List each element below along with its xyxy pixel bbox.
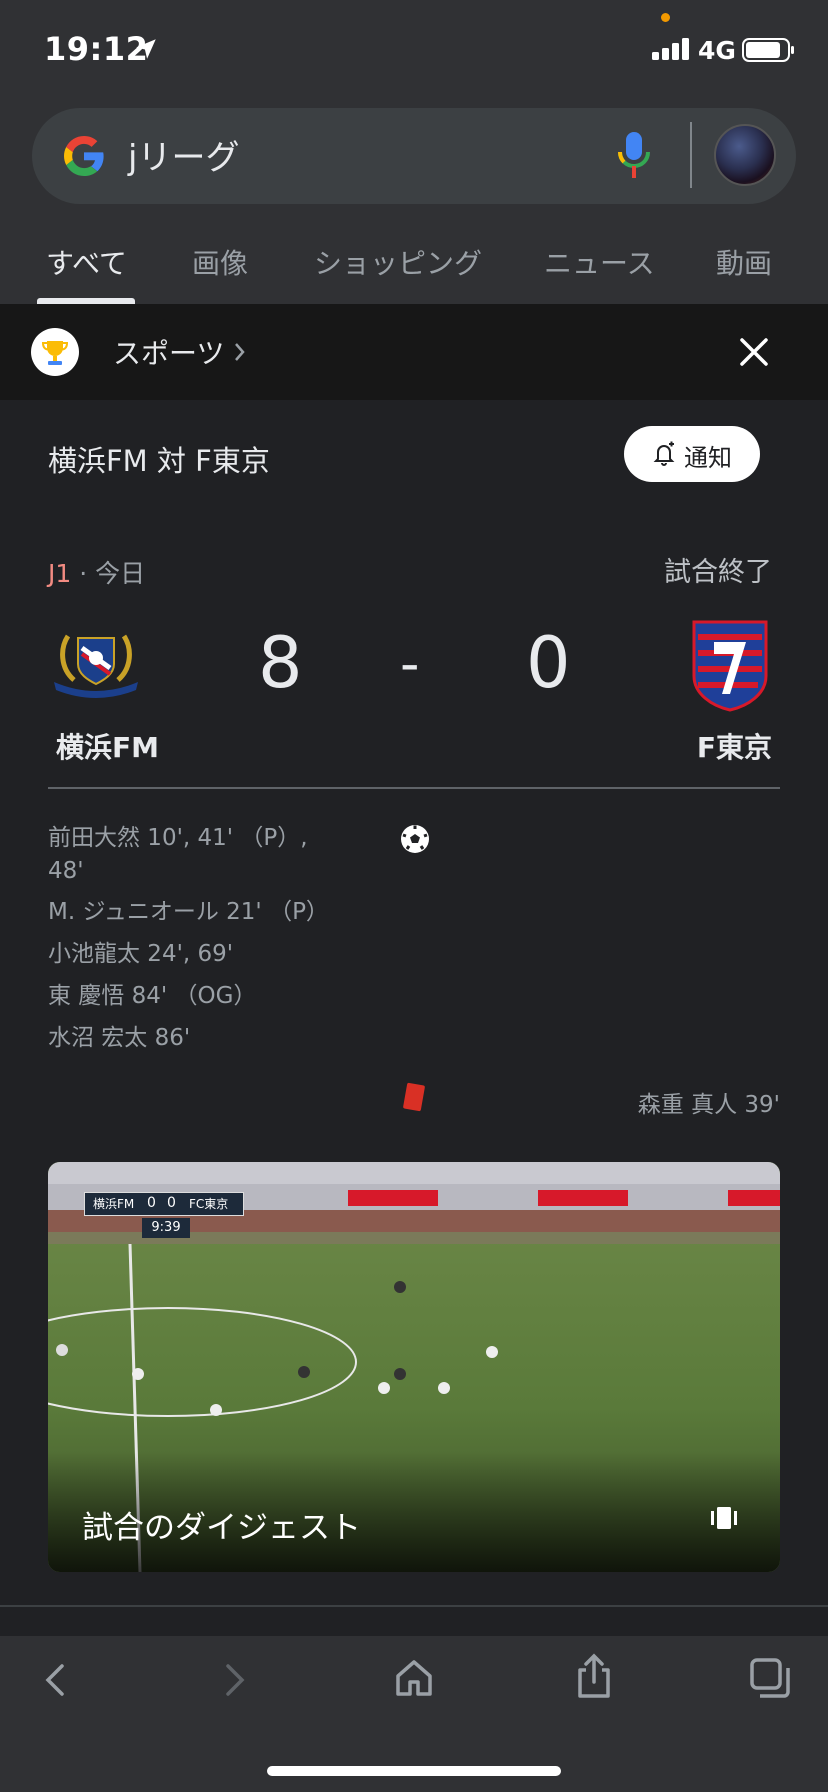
- soccer-ball-icon: [401, 825, 429, 853]
- home-indicator: [267, 1766, 561, 1776]
- tab-videos[interactable]: 動画: [716, 242, 772, 282]
- google-logo-icon: [64, 136, 104, 176]
- highlight-video[interactable]: 横浜FM 0 0 FC東京 9:39 試合のダイジェスト: [48, 1162, 780, 1572]
- league-date: J1 · 今日: [48, 554, 145, 590]
- status-bar: 19:12 4G: [0, 0, 828, 100]
- away-team-name[interactable]: F東京: [697, 726, 772, 766]
- location-arrow-icon: [136, 39, 156, 59]
- video-home-score: 0: [147, 1195, 156, 1211]
- back-icon[interactable]: [42, 1660, 70, 1700]
- trophy-badge: [31, 328, 79, 376]
- content-end-divider: [0, 1605, 828, 1607]
- account-avatar[interactable]: [714, 124, 776, 186]
- forward-icon[interactable]: [220, 1660, 248, 1700]
- search-header: jリーグ すべて 画像 ショッピング ニュース 動画: [0, 100, 828, 304]
- network-type: 4G: [698, 36, 736, 65]
- tab-news[interactable]: ニュース: [544, 242, 655, 282]
- red-card-icon: [403, 1082, 425, 1112]
- share-icon[interactable]: [574, 1652, 614, 1700]
- trophy-icon: [41, 341, 69, 365]
- video-away-team: FC東京: [189, 1197, 229, 1211]
- notify-label: 通知: [684, 444, 732, 472]
- search-divider: [690, 122, 692, 188]
- privacy-indicator-dot: [661, 13, 670, 22]
- video-scoreboard: 横浜FM 0 0 FC東京: [84, 1192, 244, 1216]
- video-clock: 9:39: [142, 1218, 190, 1238]
- video-title[interactable]: 試合のダイジェスト: [82, 1502, 361, 1547]
- goal-scorer: 小池龍太 24', 69': [48, 941, 234, 967]
- vertical-video-icon: [711, 1507, 737, 1529]
- goal-scorer: 東 慶悟 84' （OG）: [48, 983, 257, 1009]
- tab-all[interactable]: すべて: [46, 242, 127, 282]
- search-bar[interactable]: jリーグ: [32, 108, 796, 204]
- browser-toolbar: [0, 1636, 828, 1792]
- goal-scorer: 48': [48, 858, 84, 884]
- match-date: · 今日: [71, 559, 146, 588]
- sports-bar[interactable]: スポーツ: [0, 304, 828, 400]
- home-icon[interactable]: [394, 1658, 434, 1698]
- tabs-icon[interactable]: [748, 1656, 792, 1700]
- notify-button[interactable]: 通知: [624, 426, 760, 482]
- red-card-player: 森重 真人 39': [637, 1092, 780, 1118]
- bell-plus-icon: [653, 441, 675, 466]
- yokohama-fm-logo-icon[interactable]: [48, 628, 144, 700]
- search-tabs: すべて 画像 ショッピング ニュース 動画: [0, 236, 828, 304]
- league-name: J1: [48, 559, 72, 588]
- video-home-team: 横浜FM: [93, 1197, 135, 1211]
- tab-shopping[interactable]: ショッピング: [314, 242, 482, 282]
- goal-scorer: 前田大然 10', 41' （P）,: [48, 825, 308, 851]
- close-icon[interactable]: [738, 336, 770, 368]
- home-score: 8: [258, 622, 303, 704]
- goal-scorer: 水沼 宏太 86': [48, 1025, 191, 1051]
- goal-scorer: M. ジュニオール 21' （P）: [48, 899, 329, 925]
- home-team-name[interactable]: 横浜FM: [56, 726, 159, 766]
- match-title: 横浜FM 対 F東京: [48, 444, 270, 478]
- search-input[interactable]: jリーグ: [128, 130, 239, 179]
- video-away-score: 0: [167, 1195, 176, 1211]
- sports-label[interactable]: スポーツ: [113, 332, 224, 372]
- chevron-right-icon: [235, 343, 245, 361]
- card-divider: [48, 787, 780, 789]
- battery-icon: [742, 38, 794, 62]
- microphone-icon[interactable]: [616, 130, 652, 182]
- fc-tokyo-logo-icon[interactable]: [692, 620, 768, 712]
- cellular-signal-icon: [652, 38, 689, 60]
- away-score: 0: [526, 622, 571, 704]
- score-separator: -: [400, 632, 420, 695]
- tab-images[interactable]: 画像: [192, 242, 248, 282]
- match-status: 試合終了: [664, 557, 772, 588]
